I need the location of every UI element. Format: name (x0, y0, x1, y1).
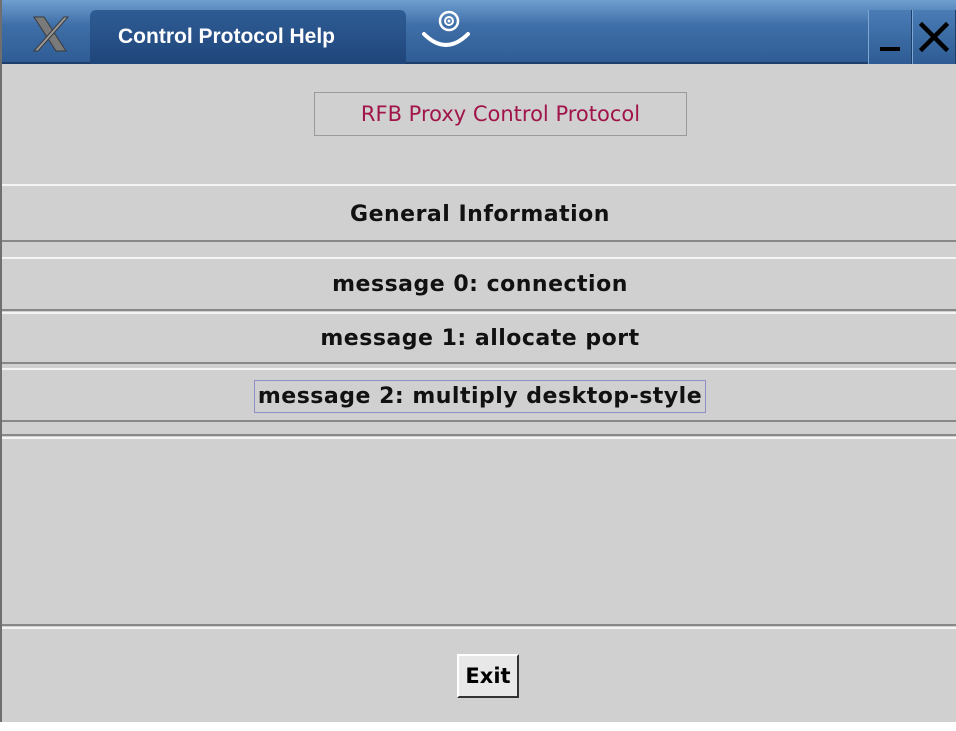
separator (2, 184, 956, 186)
separator (2, 309, 956, 311)
separator (2, 624, 956, 626)
separator (2, 368, 956, 370)
topic-message-1[interactable]: message 1: allocate port (2, 314, 956, 362)
topic-general-information[interactable]: General Information (2, 188, 956, 240)
topic-label: General Information (350, 201, 610, 227)
window-title: Control Protocol Help (90, 10, 406, 64)
topic-message-2[interactable]: message 2: multiply desktop-style (2, 372, 956, 420)
minimize-button[interactable] (868, 10, 912, 64)
window-title-text: Control Protocol Help (118, 25, 335, 48)
control-protocol-help-window: Control Protocol Help RFB Proxy Control … (0, 0, 956, 722)
separator (2, 240, 956, 242)
protocol-header-label: RFB Proxy Control Protocol (314, 92, 687, 136)
close-icon (919, 22, 949, 52)
minimize-icon (880, 47, 900, 51)
separator (2, 437, 956, 439)
close-button[interactable] (912, 10, 956, 64)
java-duke-icon (416, 8, 476, 56)
title-bar[interactable]: Control Protocol Help (2, 0, 956, 64)
topic-label: message 1: allocate port (320, 325, 640, 351)
separator (2, 257, 956, 259)
x-logo-icon[interactable] (28, 14, 72, 54)
topic-label: message 2: multiply desktop-style (253, 379, 707, 413)
separator (2, 362, 956, 364)
separator (2, 420, 956, 422)
exit-button[interactable]: Exit (457, 654, 519, 698)
separator (2, 434, 956, 436)
separator (2, 627, 956, 629)
topic-label: message 0: connection (332, 272, 628, 297)
topic-message-0[interactable]: message 0: connection (2, 260, 956, 309)
